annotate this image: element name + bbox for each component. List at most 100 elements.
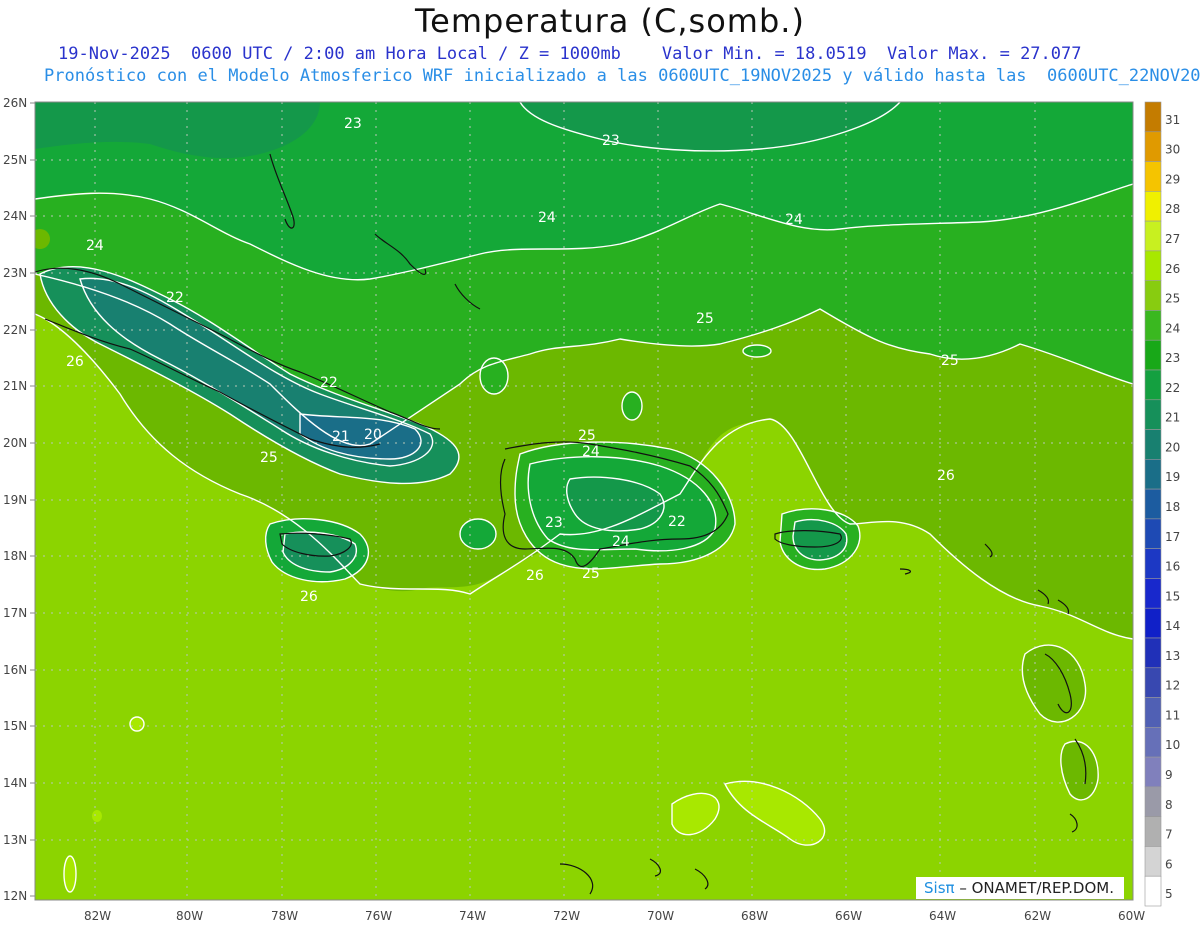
- lat-label: 14N: [3, 776, 27, 790]
- contour-label: 23: [545, 515, 563, 531]
- colorbar-swatch: [1144, 191, 1162, 222]
- lat-label: 18N: [3, 549, 27, 563]
- colorbar-label: 24: [1165, 321, 1180, 335]
- colorbar-swatch: [1144, 607, 1162, 639]
- colorbar-label: 8: [1165, 798, 1173, 812]
- lat-label: 20N: [3, 436, 27, 450]
- lat-label: 12N: [3, 889, 27, 903]
- lat-label: 13N: [3, 833, 27, 847]
- contour-label: 26: [937, 468, 955, 484]
- colorbar-swatch: [1144, 369, 1162, 401]
- lat-label: 26N: [3, 96, 27, 110]
- colorbar-label: 26: [1165, 262, 1180, 276]
- colorbar-swatch: [1144, 756, 1162, 788]
- colorbar-swatch: [1144, 816, 1162, 847]
- colorbar-swatch: [1144, 578, 1162, 609]
- colorbar-label: 7: [1165, 828, 1173, 842]
- colorbar-swatch: [1144, 488, 1162, 520]
- lat-label: 17N: [3, 606, 27, 620]
- lat-label: 15N: [3, 719, 27, 733]
- lon-label: 80W: [176, 909, 203, 923]
- model-info-subtitle: Pronóstico con el Modelo Atmosferico WRF…: [44, 66, 1200, 86]
- colorbar-swatch: [1144, 339, 1162, 371]
- colorbar-swatch: [1144, 667, 1162, 698]
- colorbar-label: 18: [1165, 500, 1180, 514]
- temperature-map: 23 23 24 24 24 22 26 22 25 25 21 20 25 2…: [3, 96, 1180, 923]
- credit-text: – ONAMET/REP.DOM.: [959, 879, 1114, 897]
- colorbar-label: 5: [1165, 887, 1173, 901]
- contour-label: 25: [696, 311, 714, 327]
- colorbar-swatch: [1144, 310, 1162, 341]
- longitude-labels: 82W 80W 78W 76W 74W 72W 70W 68W 66W 64W …: [84, 909, 1145, 923]
- colorbar-label: 15: [1165, 589, 1180, 603]
- lon-label: 74W: [459, 909, 486, 923]
- colorbar-swatch: [1144, 548, 1162, 579]
- contour-label: 25: [260, 450, 278, 466]
- colorbar-label: 31: [1165, 113, 1180, 127]
- colorbar-label: 9: [1165, 768, 1173, 782]
- colorbar-swatch: [1144, 399, 1162, 430]
- colorbar-label: 19: [1165, 470, 1180, 484]
- lon-label: 60W: [1118, 909, 1145, 923]
- map-title: Temperatura (C,somb.): [415, 2, 805, 40]
- lon-label: 72W: [553, 909, 580, 923]
- contour-label: 23: [602, 133, 620, 149]
- contour-label: 23: [344, 116, 362, 132]
- colorbar-label: 30: [1165, 143, 1180, 157]
- colorbar-swatch: [1144, 727, 1162, 758]
- colorbar-swatch: [1144, 131, 1162, 162]
- valid-time-subtitle: 19-Nov-2025 0600 UTC / 2:00 am Hora Loca…: [58, 44, 1082, 64]
- lon-label: 66W: [835, 909, 862, 923]
- lon-label: 76W: [365, 909, 392, 923]
- temperature-fill: [35, 102, 1133, 900]
- lon-label: 62W: [1024, 909, 1051, 923]
- sispi-logo: Sisπ: [924, 879, 955, 897]
- lon-label: 78W: [271, 909, 298, 923]
- colorbar-swatch: [1144, 250, 1162, 281]
- contour-label: 24: [582, 444, 600, 460]
- contour-label: 26: [66, 354, 84, 370]
- colorbar-swatch: [1144, 220, 1162, 252]
- contour-label: 25: [941, 353, 959, 369]
- colorbar-label: 13: [1165, 649, 1180, 663]
- colorbar-swatch: [1144, 518, 1162, 549]
- contour-label: 24: [86, 238, 104, 254]
- colorbar-label: 21: [1165, 411, 1180, 425]
- lat-label: 21N: [3, 379, 27, 393]
- colorbar-label: 28: [1165, 202, 1180, 216]
- colorbar-swatch: [1144, 875, 1162, 907]
- colorbar-swatch: [1144, 101, 1162, 133]
- lat-label: 19N: [3, 493, 27, 507]
- colorbar-swatch: [1144, 786, 1162, 817]
- contour-label: 25: [582, 566, 600, 582]
- contour-label: 20: [364, 427, 382, 443]
- colorbar-label: 22: [1165, 381, 1180, 395]
- contour-label: 24: [612, 534, 630, 550]
- lon-label: 64W: [929, 909, 956, 923]
- colorbar-swatch: [1144, 637, 1162, 669]
- contour-label: 24: [538, 210, 556, 226]
- colorbar-swatch: [1144, 429, 1162, 460]
- contour-label: 24: [785, 212, 803, 228]
- contour-label: 26: [300, 589, 318, 605]
- colorbar-label: 23: [1165, 351, 1180, 365]
- lat-label: 16N: [3, 663, 27, 677]
- lon-label: 70W: [647, 909, 674, 923]
- colorbar-label: 25: [1165, 292, 1180, 306]
- colorbar-swatch: [1144, 697, 1162, 728]
- lat-label: 22N: [3, 323, 27, 337]
- colorbar-label: 11: [1165, 708, 1180, 722]
- colorbar: 31 30 29 28 27 26 25 24 23 22 21 20 19 18 17 16 15 14 13 12…: [1144, 101, 1180, 907]
- lon-label: 68W: [741, 909, 768, 923]
- colorbar-label: 20: [1165, 440, 1180, 454]
- lon-label: 82W: [84, 909, 111, 923]
- contour-label: 22: [668, 514, 686, 530]
- contour-label: 26: [526, 568, 544, 584]
- colorbar-swatch: [1144, 280, 1162, 311]
- colorbar-label: 17: [1165, 530, 1180, 544]
- credit-box: Sisπ – ONAMET/REP.DOM.: [916, 877, 1124, 899]
- colorbar-label: 27: [1165, 232, 1180, 246]
- lat-label: 24N: [3, 209, 27, 223]
- colorbar-swatch: [1144, 846, 1162, 877]
- colorbar-label: 12: [1165, 679, 1180, 693]
